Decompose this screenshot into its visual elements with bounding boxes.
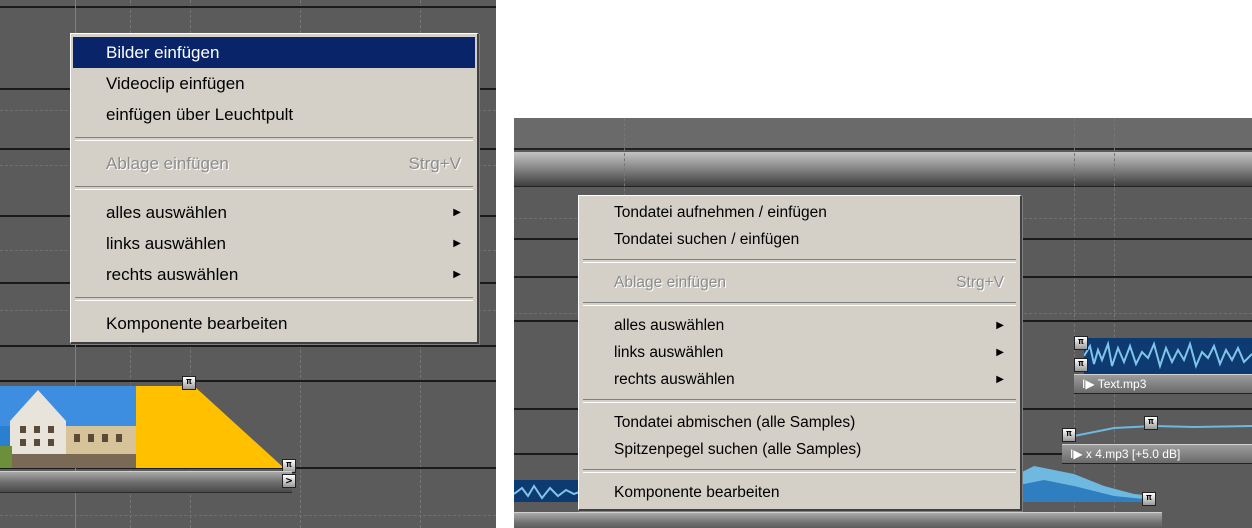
- submenu-arrow-icon: ▶: [996, 320, 1004, 331]
- submenu-arrow-icon: ▶: [996, 374, 1004, 385]
- audio-waveform-x4[interactable]: [1074, 418, 1252, 438]
- shortcut-label: Strg+V: [956, 273, 1004, 291]
- shortcut-label: Strg+V: [408, 153, 461, 173]
- play-icon: I▶: [1082, 377, 1095, 391]
- menu-item-ablage-einfuegen[interactable]: Ablage einfügen Strg+V: [581, 269, 1018, 296]
- menu-item-komponente-bearbeiten[interactable]: Komponente bearbeiten: [73, 308, 475, 339]
- audio-track-context-menu: Tondatei aufnehmen / einfügen Tondatei s…: [578, 195, 1022, 511]
- menu-item-links-auswaehlen[interactable]: links auswählen ▶: [73, 228, 475, 259]
- submenu-arrow-icon: ▶: [453, 238, 461, 249]
- audio-track-bar[interactable]: [514, 512, 1162, 528]
- menu-item-links-auswaehlen[interactable]: links auswählen ▶: [581, 339, 1018, 366]
- audio-handle[interactable]: π: [1062, 428, 1076, 442]
- menu-item-komponente-bearbeiten[interactable]: Komponente bearbeiten: [581, 479, 1018, 506]
- menu-item-rechts-auswaehlen[interactable]: rechts auswählen ▶: [73, 259, 475, 290]
- video-track-bar[interactable]: [0, 471, 292, 493]
- menu-item-tondatei-suchen[interactable]: Tondatei suchen / einfügen: [581, 226, 1018, 253]
- menu-separator: [75, 297, 473, 301]
- clip-handle-top[interactable]: π: [182, 376, 196, 390]
- audio-waveform-bottom-left[interactable]: [514, 480, 584, 502]
- audio-waveform-bottom-right[interactable]: [1014, 456, 1154, 502]
- audio-handle[interactable]: π: [1074, 336, 1088, 350]
- menu-item-alles-auswaehlen[interactable]: alles auswählen ▶: [73, 197, 475, 228]
- audio-handle[interactable]: π: [1142, 492, 1156, 506]
- audio-handle[interactable]: π: [1144, 416, 1158, 430]
- submenu-arrow-icon: ▶: [996, 347, 1004, 358]
- menu-separator: [583, 469, 1016, 473]
- image-clip-thumbnail[interactable]: [0, 386, 136, 468]
- menu-separator: [75, 137, 473, 141]
- menu-item-einfuegen-leuchtpult[interactable]: einfügen über Leuchtpult: [73, 99, 475, 130]
- image-track-context-menu: Bilder einfügen Videoclip einfügen einfü…: [70, 33, 479, 344]
- menu-item-alles-auswaehlen[interactable]: alles auswählen ▶: [581, 312, 1018, 339]
- submenu-arrow-icon: ▶: [453, 269, 461, 280]
- menu-item-ablage-einfuegen[interactable]: Ablage einfügen Strg+V: [73, 148, 475, 179]
- menu-item-spitzenpegel-suchen[interactable]: Spitzenpegel suchen (alle Samples): [581, 436, 1018, 463]
- audio-clip-name: Text.mp3: [1097, 377, 1147, 391]
- transition-marker[interactable]: >: [282, 474, 296, 488]
- menu-item-tondatei-aufnehmen[interactable]: Tondatei aufnehmen / einfügen: [581, 199, 1018, 226]
- menu-separator: [583, 399, 1016, 403]
- menu-separator: [583, 259, 1016, 263]
- menu-separator: [75, 186, 473, 190]
- menu-item-rechts-auswaehlen[interactable]: rechts auswählen ▶: [581, 366, 1018, 393]
- menu-item-videoclip-einfuegen[interactable]: Videoclip einfügen: [73, 68, 475, 99]
- audio-clip-label-text[interactable]: I▶ Text.mp3: [1074, 374, 1252, 394]
- audio-waveform-text[interactable]: [1084, 338, 1252, 374]
- audio-handle[interactable]: π: [1074, 358, 1088, 372]
- submenu-arrow-icon: ▶: [453, 207, 461, 218]
- menu-item-bilder-einfuegen[interactable]: Bilder einfügen: [73, 37, 475, 68]
- image-clip-transition[interactable]: [136, 386, 286, 468]
- menu-item-tondatei-abmischen[interactable]: Tondatei abmischen (alle Samples): [581, 409, 1018, 436]
- menu-separator: [583, 302, 1016, 306]
